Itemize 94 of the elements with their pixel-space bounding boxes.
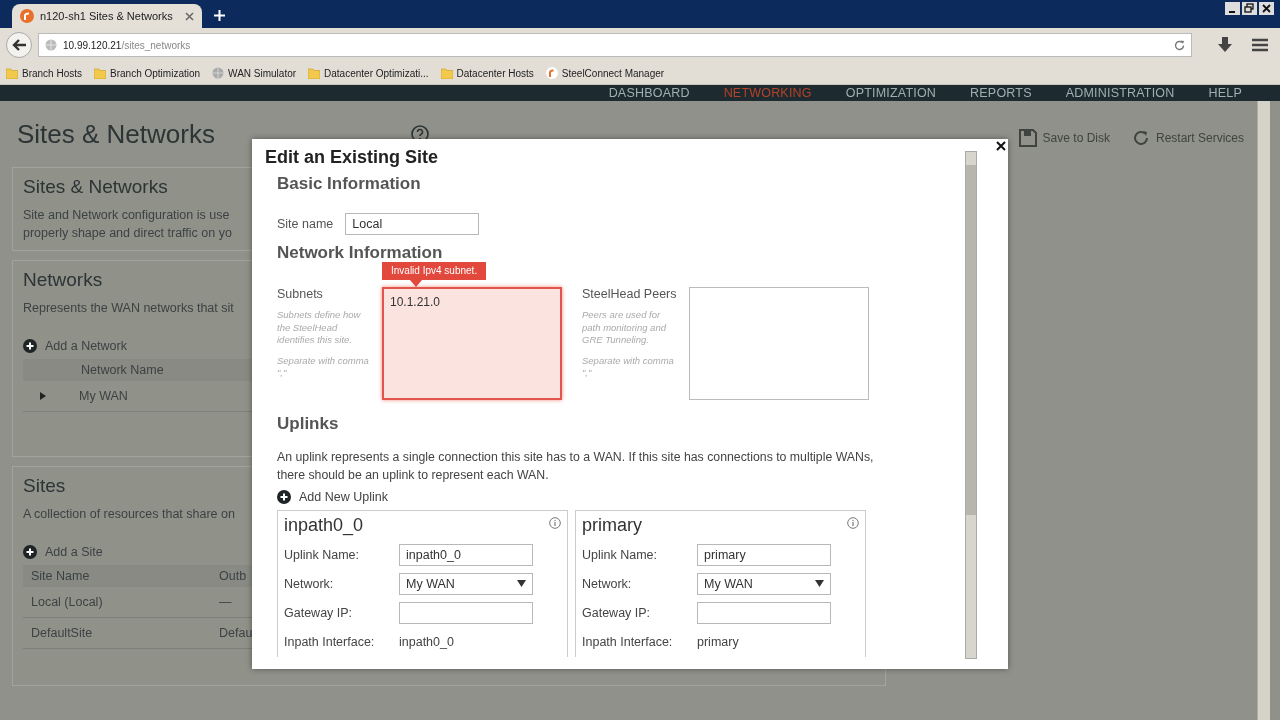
field-label: Uplink Name: <box>284 547 361 562</box>
nav-item[interactable]: HELP <box>1208 86 1242 100</box>
tab-title: n120-sh1 Sites & Networks <box>40 10 174 22</box>
bookmark[interactable]: Branch Hosts <box>6 67 83 79</box>
bookmark[interactable]: SteelConnect Manager <box>545 67 665 79</box>
field-label: Subnets <box>277 287 324 301</box>
globe-icon <box>45 39 57 51</box>
column-header: Network Name <box>80 363 165 377</box>
table-cell-text: DefaultSite <box>30 626 94 640</box>
field-label: Uplink Name: <box>582 547 659 562</box>
folder-icon <box>94 67 107 79</box>
table-cell-text: Local (Local) <box>30 595 104 609</box>
logo-icon <box>20 9 34 23</box>
network-dropdown[interactable]: My WAN <box>399 572 533 595</box>
dialog-title: Edit an Existing Site <box>265 147 440 168</box>
field-label: Inpath Interface: <box>582 634 674 649</box>
peers-field[interactable] <box>689 287 869 400</box>
panel-title: Networks <box>23 269 103 291</box>
minimize-icon[interactable] <box>1225 2 1240 15</box>
help-text: Separate with comma "," <box>277 354 370 380</box>
info-icon[interactable] <box>847 517 859 529</box>
plus-icon <box>23 545 37 559</box>
field-label: Network: <box>582 576 633 591</box>
panel-description: A collection of resources that share on <box>23 506 235 523</box>
back-button[interactable] <box>6 32 32 58</box>
uplink-title: inpath0_0 <box>284 515 364 536</box>
text-field[interactable]: primary <box>697 543 831 566</box>
text-field[interactable] <box>697 601 831 624</box>
page-title: Sites & Networks <box>17 118 215 150</box>
section-heading: Uplinks <box>277 414 340 434</box>
help-text: Peers are used for path monitoring and GRE Tunneling. <box>582 309 668 347</box>
table-cell-text: My WAN <box>79 389 129 403</box>
nav-item[interactable]: ADMINISTRATION <box>1065 86 1175 100</box>
nav-item[interactable]: REPORTS <box>970 86 1032 100</box>
column-header: Site Name <box>30 569 91 583</box>
page-scrollbar[interactable] <box>1257 101 1270 720</box>
dialog-scrollbar[interactable] <box>965 151 977 659</box>
table-cell-text: — <box>219 595 233 609</box>
new-tab-icon[interactable] <box>214 10 225 21</box>
field-value: inpath0_0 <box>399 634 454 649</box>
back-arrow-icon <box>12 39 26 51</box>
field-label: Gateway IP: <box>582 605 652 620</box>
field-value: primary <box>697 634 739 649</box>
close-icon[interactable] <box>1259 2 1274 15</box>
field-label: Gateway IP: <box>284 605 354 620</box>
info-icon[interactable] <box>549 517 561 529</box>
nav-item[interactable]: DASHBOARD <box>608 86 690 100</box>
folder-icon <box>440 67 453 79</box>
field-label: SteelHead Peers <box>582 287 678 301</box>
plus-icon <box>277 490 291 504</box>
browser-tab[interactable]: n120-sh1 Sites & Networks <box>12 4 202 28</box>
folder-icon <box>308 67 321 79</box>
menu-icon[interactable] <box>1252 38 1268 52</box>
description-line: properly shape and direct traffic on yo <box>23 225 232 242</box>
plus-icon <box>23 339 37 353</box>
download-icon[interactable] <box>1218 37 1232 53</box>
section-heading: Network Information <box>277 243 444 263</box>
add-uplink-button[interactable]: Add New Uplink <box>277 490 388 504</box>
panel-title: Sites <box>23 475 66 497</box>
site-name-field[interactable]: Local <box>345 213 480 235</box>
column-header: Outb <box>219 569 248 583</box>
help-text: Separate with comma "," <box>582 354 675 380</box>
bookmark[interactable]: Branch Optimization <box>94 67 201 79</box>
caret-icon <box>517 580 526 587</box>
network-dropdown[interactable]: My WAN <box>697 572 831 595</box>
caret-icon <box>815 580 824 587</box>
tooltip-pointer-icon <box>410 280 422 287</box>
panel-title: Sites & Networks <box>23 176 168 198</box>
expand-arrow-icon[interactable] <box>39 392 47 400</box>
bookmark[interactable]: WAN Simulator <box>212 67 297 79</box>
restore-icon[interactable] <box>1242 2 1257 15</box>
address-bar[interactable]: 10.99.120.21/sites_networks <box>38 33 1192 57</box>
panel-description: Represents the WAN networks that sit <box>23 300 234 317</box>
help-text: Subnets define how the SteelHead identifies this site. <box>277 309 362 347</box>
url-text: 10.99.120.21/sites_networks <box>63 39 191 51</box>
field-label: Inpath Interface: <box>284 634 376 649</box>
reload-icon[interactable] <box>1174 39 1185 51</box>
uplinks-description: An uplink represents a single connection this site has to a WAN. If this site has connections to multiple WANs, there should be an uplink to represent each WAN. <box>277 449 875 484</box>
bookmark[interactable]: Datacenter Optimizati... <box>308 67 429 79</box>
field-label: Site name <box>277 217 334 231</box>
text-field[interactable]: inpath0_0 <box>399 543 533 566</box>
bookmark[interactable]: Datacenter Hosts <box>440 67 534 79</box>
globe-icon <box>212 67 225 79</box>
section-heading: Basic Information <box>277 174 422 194</box>
field-label: Network: <box>284 576 335 591</box>
subnets-field[interactable]: 10.1.21.0 <box>382 287 562 400</box>
restart-icon <box>1131 129 1150 147</box>
text-field[interactable] <box>399 601 533 624</box>
logo-icon <box>545 67 558 79</box>
folder-icon <box>6 67 18 79</box>
description-line: Site and Network configuration is use <box>23 207 230 224</box>
nav-item[interactable]: OPTIMIZATION <box>845 86 937 100</box>
table-cell: Defau <box>219 626 253 640</box>
uplink-title: primary <box>582 515 642 536</box>
